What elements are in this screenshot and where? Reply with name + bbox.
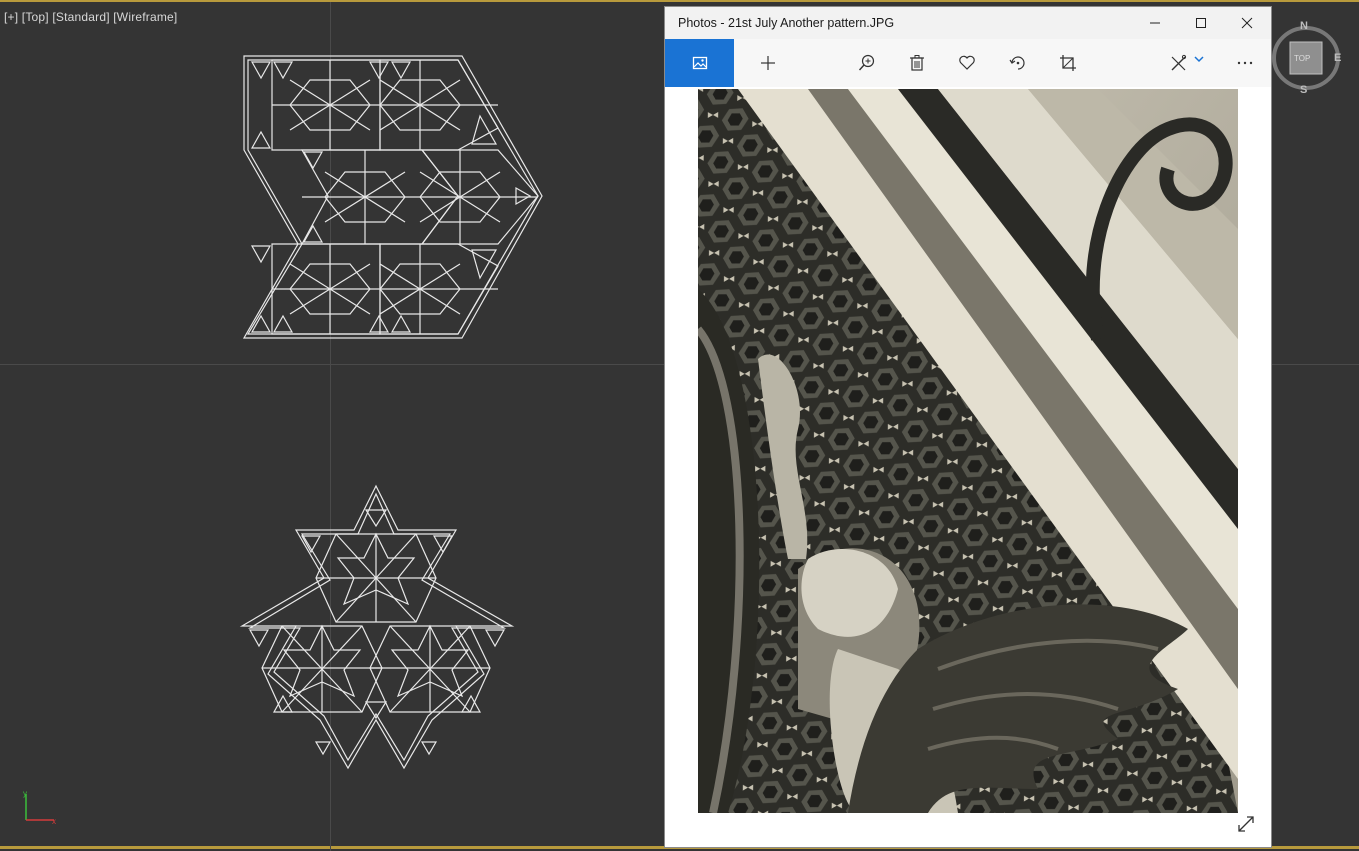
- viewcube-east[interactable]: E: [1334, 52, 1341, 64]
- maximize-button[interactable]: [1178, 7, 1224, 39]
- minimize-icon: [1150, 22, 1160, 24]
- svg-text:x: x: [52, 817, 56, 826]
- expand-icon: [1238, 816, 1254, 832]
- more-icon: [1237, 61, 1253, 65]
- viewport-label[interactable]: [+] [Top] [Standard] [Wireframe]: [4, 10, 177, 24]
- delete-button[interactable]: [897, 39, 937, 87]
- close-icon: [1241, 17, 1253, 29]
- axis-gizmo: y x: [23, 789, 56, 826]
- svg-text:y: y: [23, 789, 27, 798]
- edit-button[interactable]: [1163, 39, 1211, 87]
- minimize-button[interactable]: [1132, 7, 1178, 39]
- zoom-button[interactable]: [847, 39, 887, 87]
- photo-toolbar: [665, 39, 1271, 87]
- add-icon: [761, 56, 775, 70]
- collection-button[interactable]: [665, 39, 734, 87]
- photos-window[interactable]: Photos - 21st July Another pattern.JPG: [665, 7, 1271, 847]
- viewcube-south[interactable]: S: [1300, 84, 1307, 96]
- photo-area[interactable]: [665, 87, 1271, 847]
- favorite-icon: [959, 55, 975, 70]
- fullscreen-button[interactable]: [1231, 809, 1261, 839]
- maximize-icon: [1196, 18, 1206, 28]
- viewcube[interactable]: N S E TOP: [1270, 20, 1342, 100]
- window-title: Photos - 21st July Another pattern.JPG: [678, 16, 895, 30]
- add-button[interactable]: [748, 39, 788, 87]
- photo-image[interactable]: [698, 89, 1238, 813]
- crop-icon: [1060, 55, 1076, 71]
- wireframe-pattern-top[interactable]: [240, 52, 546, 342]
- wireframe-pattern-star[interactable]: [238, 482, 518, 772]
- edit-icon: [1171, 54, 1187, 71]
- rotate-icon: [1009, 56, 1025, 70]
- close-button[interactable]: [1224, 7, 1270, 39]
- crop-button[interactable]: [1048, 39, 1088, 87]
- viewcube-face-top[interactable]: TOP: [1294, 54, 1310, 63]
- favorite-button[interactable]: [947, 39, 987, 87]
- more-button[interactable]: [1225, 39, 1265, 87]
- collection-icon: [692, 56, 707, 70]
- rotate-button[interactable]: [998, 39, 1038, 87]
- zoom-icon: [858, 54, 875, 71]
- title-bar[interactable]: Photos - 21st July Another pattern.JPG: [665, 7, 1271, 40]
- viewcube-north[interactable]: N: [1300, 20, 1308, 32]
- chevron-down-icon: [1194, 56, 1204, 63]
- delete-icon: [910, 55, 924, 71]
